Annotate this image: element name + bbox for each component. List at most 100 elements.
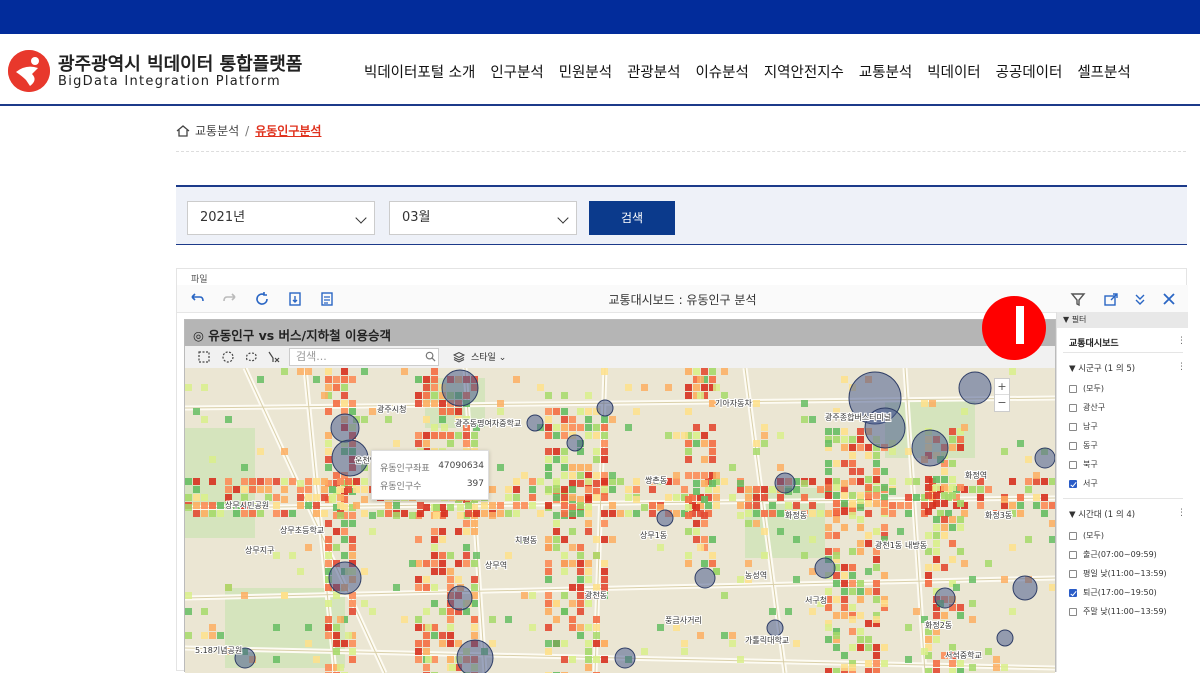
- filter-option[interactable]: 서구: [1069, 478, 1098, 489]
- heat-cell: [401, 616, 408, 623]
- checkbox[interactable]: [1069, 384, 1077, 393]
- heat-cell: [455, 576, 462, 583]
- nav-item-bigdata[interactable]: 빅데이터: [927, 61, 980, 82]
- heat-cell: [933, 532, 940, 539]
- nav-item-complaint[interactable]: 민원분석: [559, 61, 612, 82]
- select-rect-icon[interactable]: [197, 350, 211, 364]
- clear-selection-icon[interactable]: [267, 350, 281, 364]
- nav-item-population[interactable]: 인구분석: [490, 61, 543, 82]
- bubble-marker: [566, 434, 584, 452]
- home-icon[interactable]: [176, 124, 190, 137]
- heat-cell: [569, 504, 576, 511]
- heat-cell: [561, 568, 568, 575]
- heat-cell: [553, 494, 560, 501]
- filter-option-label: 서구: [1083, 479, 1098, 488]
- heat-cell: [673, 624, 680, 631]
- checkbox-checked[interactable]: [1069, 588, 1077, 597]
- filter-option[interactable]: 주말 낮(11:00~13:59): [1069, 606, 1167, 617]
- heat-cell: [241, 510, 248, 517]
- heat-cell: [423, 560, 430, 567]
- heat-cell: [921, 648, 928, 655]
- more-options-icon[interactable]: ⋮: [1177, 508, 1186, 518]
- heat-cell: [933, 548, 940, 555]
- heat-cell: [841, 564, 848, 571]
- heat-cell: [793, 502, 800, 509]
- month-select[interactable]: 03월: [389, 201, 577, 235]
- select-lasso-icon[interactable]: [244, 350, 258, 364]
- heat-cell: [849, 616, 856, 623]
- breadcrumb-parent[interactable]: 교통분석: [195, 122, 239, 139]
- heat-cell: [553, 520, 560, 527]
- nav-item-issue[interactable]: 이슈분석: [695, 61, 748, 82]
- checkbox-checked[interactable]: [1069, 479, 1077, 488]
- zoom-in-button[interactable]: +: [995, 379, 1009, 395]
- heat-cell: [265, 478, 272, 485]
- heat-cell: [585, 416, 592, 423]
- collapse-icon[interactable]: [1132, 291, 1148, 307]
- filter-option[interactable]: 퇴근(17:00~19:50): [1069, 587, 1157, 598]
- map-canvas[interactable]: 광주시청상무시민공원 기아자동차광주종합버스터미널화정역상무역 치평동 화정동내방동 쌍…: [185, 368, 1055, 673]
- heat-cell: [431, 400, 438, 407]
- logo-icon[interactable]: [8, 50, 50, 92]
- filter-option[interactable]: 남구: [1069, 421, 1098, 432]
- checkbox[interactable]: [1069, 441, 1077, 450]
- filter-icon[interactable]: [1070, 291, 1086, 307]
- nav-item-about[interactable]: 빅데이터포털 소개: [364, 61, 475, 82]
- filter-option[interactable]: (모두): [1069, 383, 1104, 394]
- heat-cell: [341, 552, 348, 559]
- heat-cell: [415, 584, 422, 591]
- filter-option[interactable]: 광산구: [1069, 402, 1105, 413]
- breadcrumb-current[interactable]: 유동인구분석: [255, 122, 321, 139]
- map-style-dropdown[interactable]: 스타일 ⌄: [471, 350, 506, 363]
- filter-option[interactable]: (모두): [1069, 530, 1104, 541]
- heat-cell: [857, 644, 864, 651]
- search-button[interactable]: 검색: [589, 201, 675, 235]
- bubble-marker: [441, 369, 479, 407]
- nav-item-safety[interactable]: 지역안전지수: [764, 61, 844, 82]
- filter-group-district[interactable]: ▼ 시군구 (1 의 5): [1069, 362, 1135, 374]
- heat-cell: [1025, 486, 1032, 493]
- checkbox[interactable]: [1069, 403, 1077, 412]
- filter-group-timeslot[interactable]: ▼ 시간대 (1 의 4): [1069, 508, 1135, 520]
- heat-cell: [209, 456, 216, 463]
- share-icon[interactable]: [1103, 291, 1119, 307]
- heat-cell: [497, 408, 504, 415]
- nav-item-public-data[interactable]: 공공데이터: [996, 61, 1063, 82]
- filter-panel-header[interactable]: ▼ 필터: [1057, 312, 1188, 328]
- checkbox[interactable]: [1069, 550, 1077, 559]
- checkbox[interactable]: [1069, 422, 1077, 431]
- heat-cell: [415, 656, 422, 663]
- heat-cell: [929, 400, 936, 407]
- filter-option[interactable]: 평일 낮(11:00~13:59): [1069, 568, 1167, 579]
- heat-cell: [685, 528, 692, 535]
- year-select[interactable]: 2021년: [187, 201, 375, 235]
- checkbox[interactable]: [1069, 531, 1077, 540]
- nav-item-self-analysis[interactable]: 셀프분석: [1077, 61, 1130, 82]
- brand-subtitle[interactable]: BigData Integration Platform: [58, 74, 281, 89]
- checkbox[interactable]: [1069, 460, 1077, 469]
- heat-cell: [1001, 664, 1008, 671]
- heat-cell: [325, 624, 332, 631]
- nav-item-traffic[interactable]: 교통분석: [859, 61, 912, 82]
- more-options-icon[interactable]: ⋮: [1177, 362, 1186, 372]
- zoom-out-button[interactable]: −: [995, 395, 1009, 411]
- close-icon[interactable]: [1161, 291, 1177, 307]
- map-search-input[interactable]: 검색...: [289, 348, 439, 366]
- search-icon[interactable]: [425, 351, 436, 362]
- heat-cell: [577, 608, 584, 615]
- more-options-icon[interactable]: ⋮: [1177, 336, 1186, 346]
- layers-icon[interactable]: [453, 351, 465, 363]
- filter-option[interactable]: 북구: [1069, 459, 1098, 470]
- heat-map[interactable]: 광주시청 상무시민공원 기아자동차 광주종합버스터미널 화정역 상무역 치평동 화정동 내방동 쌍…: [185, 368, 1055, 673]
- select-circle-icon[interactable]: [221, 350, 235, 364]
- heat-cell: [447, 576, 454, 583]
- checkbox[interactable]: [1069, 569, 1077, 578]
- breadcrumb-separator: /: [245, 123, 250, 138]
- heat-cell: [273, 510, 280, 517]
- brand-title[interactable]: 광주광역시 빅데이터 통합플랫폼: [58, 50, 302, 76]
- nav-item-tourism[interactable]: 관광분석: [627, 61, 680, 82]
- file-menu[interactable]: 파일: [191, 272, 208, 285]
- filter-option[interactable]: 동구: [1069, 440, 1098, 451]
- checkbox[interactable]: [1069, 607, 1077, 616]
- filter-option[interactable]: 출근(07:00~09:59): [1069, 549, 1157, 560]
